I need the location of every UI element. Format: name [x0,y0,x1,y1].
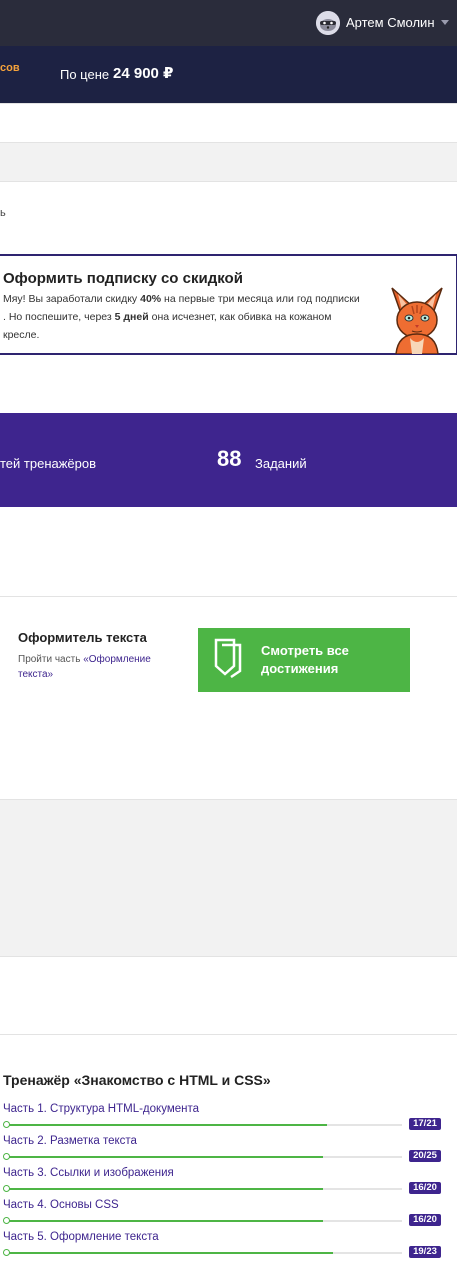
cut-off-text: ь [0,207,6,219]
price-label: По цене [60,67,110,82]
promo-title[interactable]: Оформить подписку со скидкой [3,270,243,287]
progress-fill [6,1252,333,1254]
tasks-label: Заданий [255,456,307,471]
part-link[interactable]: Часть 1. Структура HTML-документа [3,1103,199,1115]
trainer-title: Тренажёр «Знакомство с HTML и CSS» [3,1072,271,1088]
divider [0,1034,457,1035]
progress-fill [6,1124,327,1126]
part-link[interactable]: Часть 3. Ссылки и изображения [3,1167,174,1179]
promo-discount: 40% [140,293,162,305]
chevron-down-icon[interactable] [441,20,449,25]
progress-badge: 16/20 [409,1182,441,1194]
progress-fill [6,1156,323,1158]
progress-fill [6,1220,323,1222]
promo-text-part: Мяу! Вы заработали скидку [3,293,141,305]
progress-badge: 19/23 [409,1246,441,1258]
user-name[interactable]: Артем Смолин [346,15,435,30]
achievement-desc-prefix: Пройти часть [18,654,84,665]
progress-dot [3,1153,10,1160]
achievement-title: Оформитель текста [18,630,147,645]
progress-dot [3,1185,10,1192]
divider [0,103,457,104]
progress-fill [6,1188,323,1190]
progress-dot [3,1249,10,1256]
progress-badge: 17/21 [409,1118,441,1130]
progress-badge: 20/25 [409,1150,441,1162]
progress-badge: 16/20 [409,1214,441,1226]
part-link[interactable]: Часть 4. Основы CSS [3,1199,119,1211]
divider [0,596,457,597]
raccoon-avatar-icon[interactable] [316,11,340,35]
banner-left-fragment: сов [0,62,20,74]
gray-band [0,142,457,182]
promo-text: Мяу! Вы заработали скидку 40% на первые … [3,290,363,344]
achievement-description: Пройти часть «Оформление текста» [18,652,178,682]
progress-dot [3,1217,10,1224]
progress-dot [3,1121,10,1128]
badge-shield-icon [212,636,246,679]
trainers-count-label: тей тренажёров [0,456,97,471]
part-link[interactable]: Часть 2. Разметка текста [3,1135,137,1147]
promo-days: 5 дней [114,311,149,323]
empty-gray-block [0,799,457,957]
orange-cat-icon [382,282,452,355]
price-value: 24 900 ₽ [113,65,174,82]
view-all-achievements-label[interactable]: Смотреть все достижения [261,642,401,678]
part-link[interactable]: Часть 5. Оформление текста [3,1231,159,1243]
tasks-count: 88 [217,446,242,471]
